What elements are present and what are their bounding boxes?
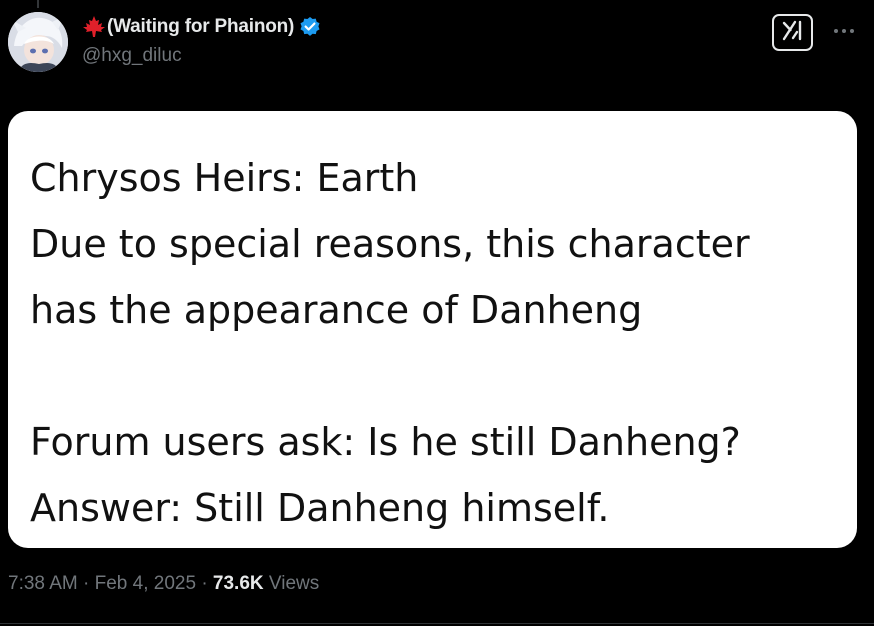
author-handle[interactable]: @hxg_diluc (82, 45, 182, 67)
views-count: 73.6K (212, 573, 264, 594)
media-text-line: Answer: Still Danheng himself. (30, 486, 610, 530)
maple-leaf-icon (81, 15, 107, 39)
tweet-date[interactable]: Feb 4, 2025 (95, 573, 196, 594)
divider (0, 623, 874, 624)
grok-button[interactable] (772, 14, 813, 51)
media-text-blank-line (30, 343, 850, 409)
display-name: (Waiting for Phainon) (107, 16, 295, 37)
tweet-time[interactable]: 7:38 AM (8, 573, 78, 594)
tweet-detail: (Waiting for Phainon) @hxg_diluc Chrysos… (0, 0, 874, 626)
meta-separator: · (83, 573, 90, 594)
meta-separator: · (201, 573, 208, 594)
media-text-line: Chrysos Heirs: Earth (30, 156, 419, 200)
tweet-meta: 7:38 AM · Feb 4, 2025 · 73.6K Views (8, 573, 319, 595)
grok-icon (780, 19, 806, 46)
thread-line (37, 0, 39, 8)
more-horizontal-icon (833, 21, 855, 39)
media-text-line: Due to special reasons, this character (30, 222, 750, 266)
media-text-line: Forum users ask: Is he still Danheng? (30, 420, 741, 464)
media-text-line: has the appearance of Danheng (30, 288, 643, 332)
avatar[interactable] (8, 12, 68, 72)
tweet-media-image[interactable]: Chrysos Heirs: Earth Due to special reas… (8, 111, 857, 548)
author-name-row[interactable]: (Waiting for Phainon) (81, 14, 321, 40)
views-label: Views (268, 573, 320, 594)
verified-badge-icon (299, 16, 321, 38)
media-text-block: Chrysos Heirs: Earth Due to special reas… (30, 145, 850, 541)
more-options-button[interactable] (830, 16, 858, 44)
